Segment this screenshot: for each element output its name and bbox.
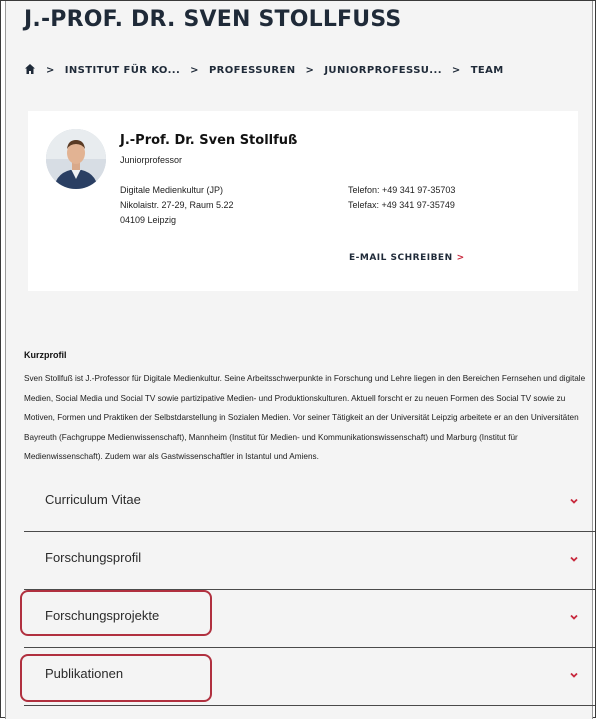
chevron-down-icon — [570, 672, 578, 678]
breadcrumb-item-juniorprofessur[interactable]: JUNIORPROFESSU... — [324, 65, 442, 76]
address-line: 04109 Leipzig — [120, 215, 177, 225]
profile-card: J.-Prof. Dr. Sven Stollfuß Juniorprofess… — [28, 111, 578, 291]
home-icon — [25, 63, 35, 74]
breadcrumb-separator: > — [305, 64, 315, 76]
breadcrumb-separator: > — [451, 64, 461, 76]
address-line: Digitale Medienkultur (JP) — [120, 185, 224, 195]
browser-frame: J.-PROF. DR. SVEN STOLLFUSS > INSTITUT F… — [0, 0, 596, 719]
chevron-down-icon — [570, 614, 578, 620]
chevron-down-icon — [570, 556, 578, 562]
email-button-label: E-MAIL SCHREIBEN — [349, 253, 453, 263]
avatar — [46, 129, 106, 189]
chevron-right-icon: > — [456, 253, 465, 263]
email-button[interactable]: E-MAIL SCHREIBEN > — [349, 253, 465, 263]
breadcrumb-item-professuren[interactable]: PROFESSUREN — [209, 65, 296, 76]
kurzprofil-heading: Kurzprofil — [24, 350, 67, 360]
breadcrumb-separator: > — [190, 64, 199, 76]
breadcrumb-item-team[interactable]: TEAM — [471, 65, 504, 76]
page-content: J.-PROF. DR. SVEN STOLLFUSS > INSTITUT F… — [5, 1, 595, 719]
breadcrumb-item-institut[interactable]: INSTITUT FÜR KO... — [65, 65, 180, 76]
breadcrumb: > INSTITUT FÜR KO... > PROFESSUREN > JUN… — [24, 62, 504, 78]
profile-role: Juniorprofessor — [120, 155, 183, 165]
page-title: J.-PROF. DR. SVEN STOLLFUSS — [24, 7, 402, 32]
avatar-photo — [46, 129, 106, 189]
accordion-item-curriculum-vitae[interactable]: Curriculum Vitae — [24, 474, 595, 532]
chevron-down-icon — [570, 498, 578, 504]
accordion-item-forschungsprofil[interactable]: Forschungsprofil — [24, 532, 595, 590]
profile-address: Digitale Medienkultur (JP) Nikolaistr. 2… — [120, 183, 234, 228]
accordion-label: Forschungsprofil — [45, 550, 142, 565]
address-line: Nikolaistr. 27-29, Raum 5.22 — [120, 200, 234, 210]
breadcrumb-separator: > — [46, 64, 55, 76]
profile-name: J.-Prof. Dr. Sven Stollfuß — [120, 133, 298, 148]
highlight-box-publikationen — [20, 654, 212, 702]
phone-number[interactable]: Telefon: +49 341 97-35703 — [348, 183, 455, 198]
profile-contact: Telefon: +49 341 97-35703 Telefax: +49 3… — [348, 183, 455, 213]
fax-number: Telefax: +49 341 97-35749 — [348, 200, 455, 210]
accordion-label: Curriculum Vitae — [45, 492, 141, 507]
highlight-box-forschungsprojekte — [20, 590, 212, 636]
home-link[interactable] — [24, 63, 36, 78]
kurzprofil-text: Sven Stollfuß ist J.-Professor für Digit… — [24, 374, 586, 462]
